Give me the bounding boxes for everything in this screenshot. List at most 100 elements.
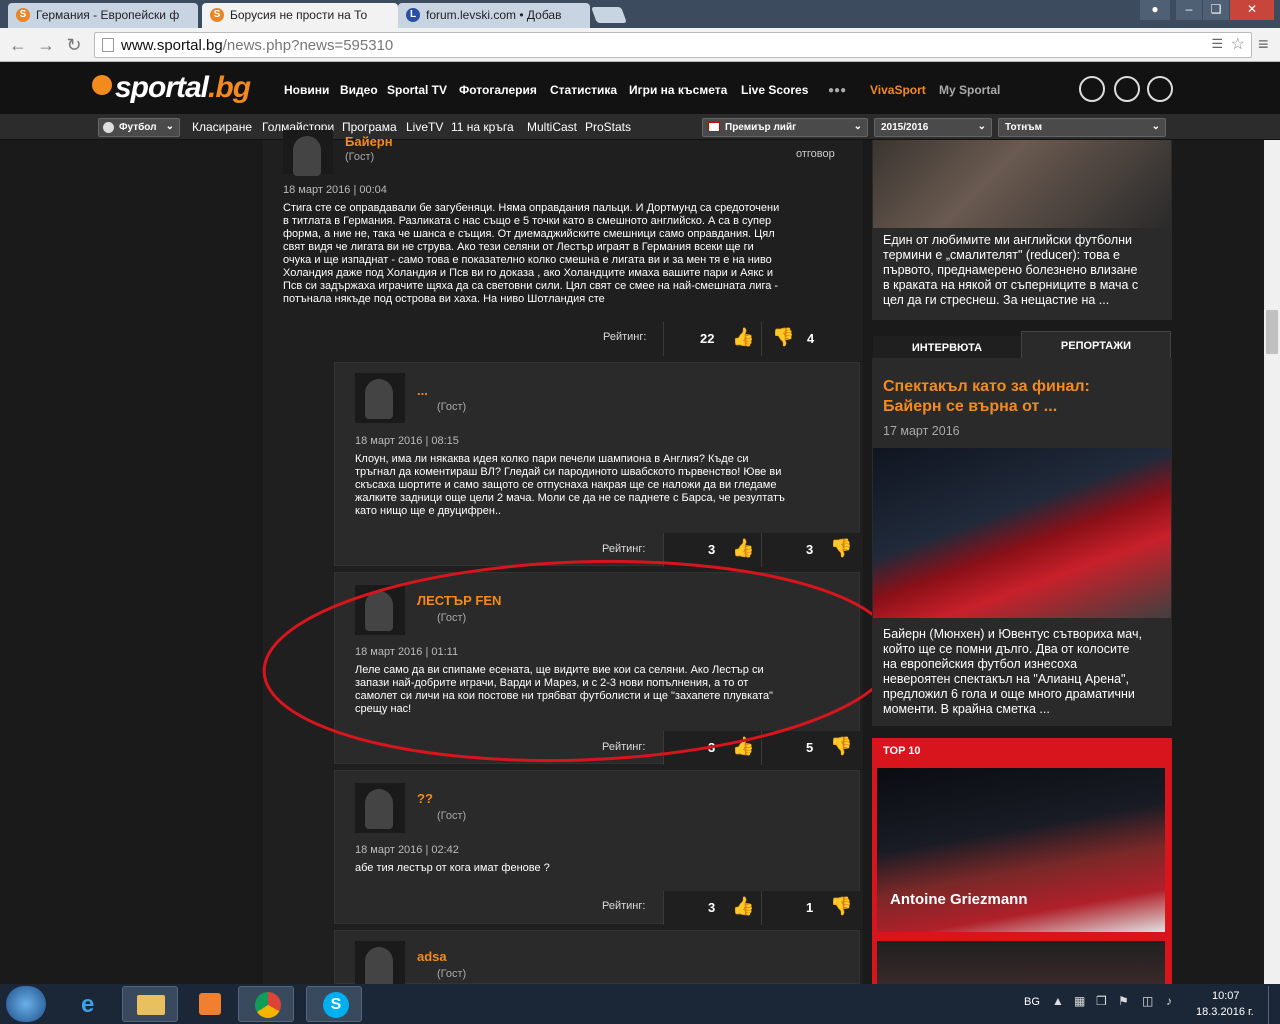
tab-interviews[interactable]: ИНТЕРВЮТА xyxy=(873,336,1021,358)
tab-reports[interactable]: РЕПОРТАЖИ xyxy=(1021,331,1171,358)
reply-link[interactable]: отговор xyxy=(796,148,835,160)
minimize-button[interactable]: – xyxy=(1176,0,1202,20)
england-flag-icon xyxy=(708,122,720,132)
season-select[interactable]: 2015/2016 ⌄ xyxy=(874,118,992,137)
logo-main: sportal xyxy=(115,71,209,104)
url-field[interactable]: www.sportal.bg/news.php?news=595310 ☰ ☆ xyxy=(94,32,1252,58)
subnav-schedule[interactable]: Програма xyxy=(342,120,397,134)
volume-icon[interactable]: ♪ xyxy=(1166,994,1172,1008)
top10-image[interactable]: Antoine Griezmann xyxy=(877,768,1165,932)
dislike-button[interactable]: 1 👎 xyxy=(761,891,860,925)
article-image xyxy=(873,140,1171,228)
tray-app-icon[interactable]: ▦ xyxy=(1074,994,1085,1008)
close-window-button[interactable]: ✕ xyxy=(1230,0,1274,20)
subnav-multicast[interactable]: MultiCast xyxy=(527,120,577,134)
summary-line: термини е „смалителят" (reducer): това е xyxy=(883,248,1120,262)
scrollbar[interactable] xyxy=(1264,140,1280,984)
nav-video[interactable]: Видео xyxy=(340,83,378,97)
start-button-icon[interactable] xyxy=(6,986,46,1022)
summary-line: моменти. В крайна сметка ... xyxy=(883,702,1050,716)
nav-my-sportal[interactable]: My Sportal xyxy=(939,83,1000,97)
search-icon[interactable] xyxy=(1079,76,1105,102)
like-button[interactable]: 3 👍 xyxy=(663,891,761,925)
flag-icon[interactable]: ⚑ xyxy=(1118,994,1129,1008)
comment-date: 18 март 2016 | 08:15 xyxy=(355,435,459,447)
home-icon[interactable] xyxy=(1114,76,1140,102)
summary-line: цел да ги стреснеш. За нещастие на ... xyxy=(883,293,1110,307)
like-button[interactable]: 22 👍 xyxy=(663,322,761,356)
nav-photogallery[interactable]: Фотогалерия xyxy=(459,83,537,97)
comment-guest-label: (Гост) xyxy=(437,401,467,413)
team-select[interactable]: Тотнъм ⌄ xyxy=(998,118,1166,137)
top10-player-name: Antoine Griezmann xyxy=(890,891,1028,908)
sportal-favicon-icon: S xyxy=(210,8,224,22)
comment-author[interactable]: ... xyxy=(417,383,428,398)
user-icon[interactable] xyxy=(1147,76,1173,102)
comment-line: свят видя че лигата ви не струва. Ако те… xyxy=(283,241,754,253)
subnav-prostats[interactable]: ProStats xyxy=(585,120,631,134)
comment-date: 18 март 2016 | 02:42 xyxy=(355,844,459,856)
logo-dot-icon xyxy=(92,75,112,95)
comment-line: жалките задници още цели 2 мача. Моли се… xyxy=(355,492,785,504)
more-icon[interactable]: ●●● xyxy=(828,85,846,96)
comment-line: като нищо ще е двуцифрен.. xyxy=(355,505,502,517)
comment-guest-label: (Гост) xyxy=(437,810,467,822)
rating-label: Рейтинг: xyxy=(603,331,647,343)
media-player-icon[interactable] xyxy=(180,986,236,1022)
chevron-down-icon: ⌄ xyxy=(853,121,862,132)
reload-icon[interactable]: ↻ xyxy=(64,35,84,56)
comment-author[interactable]: adsa xyxy=(417,949,447,964)
nav-live-scores[interactable]: Live Scores xyxy=(741,83,808,97)
nav-sportal-tv[interactable]: Sportal TV xyxy=(387,83,447,97)
comment-author[interactable]: Байерн xyxy=(345,134,393,149)
chevron-down-icon: ⌄ xyxy=(1151,121,1160,132)
page-icon xyxy=(102,38,114,52)
language-indicator[interactable]: BG xyxy=(1024,996,1040,1008)
comment-text: абе тия лестър от кога имат фенове ? xyxy=(355,862,855,875)
avatar xyxy=(355,941,405,987)
league-select[interactable]: Премиър лийг ⌄ xyxy=(702,118,868,137)
thumbs-up-icon: 👍 xyxy=(732,896,755,916)
dislike-button[interactable]: 👎 4 xyxy=(761,322,859,356)
comment-line: абе тия лестър от кога имат фенове ? xyxy=(355,862,550,874)
internet-explorer-icon[interactable]: e xyxy=(64,986,120,1022)
skype-icon[interactable]: S xyxy=(306,986,362,1022)
file-explorer-icon[interactable] xyxy=(122,986,178,1022)
clock-time[interactable]: 10:07 xyxy=(1212,990,1240,1002)
summary-line: предложил 6 гола и още много драматични xyxy=(883,687,1135,701)
sport-select[interactable]: Футбол ⌄ xyxy=(98,118,180,137)
menu-icon[interactable]: ≡ xyxy=(1258,34,1269,55)
clock-date[interactable]: 18.3.2016 г. xyxy=(1196,1006,1254,1018)
browser-tab-1[interactable]: S Германия - Европейски ф xyxy=(8,3,198,28)
chrome-icon[interactable] xyxy=(238,986,294,1022)
star-icon[interactable]: ☆ xyxy=(1231,34,1245,54)
network-icon[interactable]: ◫ xyxy=(1142,994,1153,1008)
comment-author[interactable]: ?? xyxy=(417,791,433,806)
nav-games[interactable]: Игри на късмета xyxy=(629,83,727,97)
address-toolbar: ← → ↻ www.sportal.bg/news.php?news=59531… xyxy=(0,28,1280,62)
browser-tab-3[interactable]: L forum.levski.com • Добав xyxy=(398,3,590,28)
windows-icon[interactable]: ❒ xyxy=(1096,994,1107,1008)
subnav-standings[interactable]: Класиране xyxy=(192,120,252,134)
back-icon[interactable]: ← xyxy=(8,35,28,56)
subnav-team-of-round[interactable]: 11 на кръга xyxy=(451,120,514,134)
nav-news[interactable]: Новини xyxy=(284,83,329,97)
new-tab-button[interactable] xyxy=(591,7,627,23)
subnav-livetv[interactable]: LiveTV xyxy=(406,120,443,134)
tab-title: Германия - Европейски ф xyxy=(36,8,180,22)
nav-statistics[interactable]: Статистика xyxy=(550,83,617,97)
annotation-ellipse xyxy=(262,559,898,763)
user-icon[interactable]: ● xyxy=(1140,0,1170,20)
report-card[interactable]: Спектакъл като за финал: Байерн се върна… xyxy=(872,358,1172,726)
sportal-logo[interactable]: sportal.bg xyxy=(92,71,251,105)
top10-next-image[interactable] xyxy=(877,941,1165,984)
show-desktop-button[interactable] xyxy=(1268,986,1280,1024)
translate-icon[interactable]: ☰ xyxy=(1211,36,1223,52)
browser-tab-2[interactable]: S Борусия не прости на То xyxy=(202,3,398,28)
scrollbar-thumb[interactable] xyxy=(1266,310,1278,354)
sidebar-article-card[interactable]: Един от любимите ми английски футболни т… xyxy=(872,140,1172,320)
forward-icon[interactable]: → xyxy=(36,35,56,56)
maximize-button[interactable]: ❑ xyxy=(1203,0,1229,20)
nav-vivasport[interactable]: VivaSport xyxy=(870,83,926,97)
tray-expand-icon[interactable]: ▲ xyxy=(1052,994,1064,1008)
